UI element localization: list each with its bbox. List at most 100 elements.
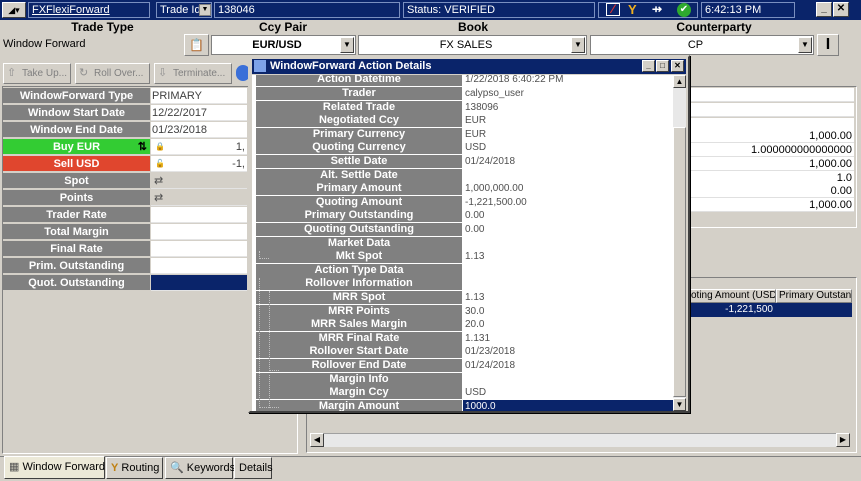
- points-value[interactable]: ⇄: [151, 190, 247, 206]
- table-cell[interactable]: [776, 303, 852, 317]
- detail-value[interactable]: 1.13: [463, 250, 673, 263]
- dialog-minimize-button[interactable]: _: [642, 60, 655, 72]
- grid-value[interactable]: [151, 224, 247, 240]
- buy-value[interactable]: 🔒 1,: [151, 139, 247, 155]
- detail-value[interactable]: EUR: [463, 128, 673, 141]
- lock-icon: 🔒: [155, 142, 165, 151]
- book-select[interactable]: FX SALES ▼: [358, 35, 587, 55]
- counterparty-select[interactable]: CP ▼: [590, 35, 814, 55]
- trade-type-header: Trade Type: [71, 20, 134, 34]
- time-label: 6:42:13 PM: [701, 2, 795, 18]
- swap-arrows-icon[interactable]: ⇅: [138, 139, 147, 155]
- no-entry-icon[interactable]: ⁄: [606, 3, 620, 16]
- book-header: Book: [458, 20, 488, 34]
- tab-window-forward[interactable]: ▦ Window Forward: [4, 456, 105, 479]
- grid-label: Points: [3, 190, 150, 206]
- detail-label: Alt. Settle Date: [256, 169, 462, 182]
- trade-id-dropdown-arrow[interactable]: ▼: [199, 4, 211, 16]
- grid-value[interactable]: [151, 258, 247, 274]
- detail-value[interactable]: [463, 277, 673, 290]
- grid-label: Final Rate: [3, 241, 150, 257]
- detail-label: Quoting Outstanding: [256, 223, 462, 236]
- detail-value[interactable]: 01/24/2018: [463, 155, 673, 168]
- app-menu-button[interactable]: ◢▾: [2, 2, 26, 18]
- detail-value[interactable]: 20.0: [463, 318, 673, 331]
- grid-value[interactable]: 01/23/2018: [151, 122, 247, 138]
- tab-label: Keywords: [186, 462, 236, 474]
- close-button[interactable]: ✕: [833, 2, 849, 17]
- minimize-button[interactable]: _: [816, 2, 832, 17]
- grid-value[interactable]: [151, 275, 247, 291]
- take-up-button[interactable]: ⇧ Take Up...: [3, 63, 71, 84]
- detail-value[interactable]: 1/22/2018 6:40:22 PM: [463, 75, 673, 86]
- detail-value[interactable]: EUR: [463, 114, 673, 127]
- spot-value[interactable]: ⇄: [151, 173, 247, 189]
- tab-routing[interactable]: Y Routing: [106, 457, 163, 479]
- dialog-title-bar[interactable]: WindowForward Action Details: [252, 59, 686, 74]
- grid-value[interactable]: [151, 241, 247, 257]
- sell-value[interactable]: 🔓 -1,: [151, 156, 247, 172]
- detail-label: Rollover Information: [256, 277, 462, 290]
- check-icon[interactable]: ✔: [677, 3, 691, 17]
- detail-value[interactable]: [463, 264, 673, 277]
- detail-value[interactable]: 0.00: [463, 223, 673, 236]
- detail-label: Rollover End Date: [256, 359, 462, 372]
- tab-keywords[interactable]: 🔍 Keywords: [165, 457, 236, 479]
- detail-value[interactable]: [463, 373, 673, 386]
- tab-details[interactable]: Details: [234, 457, 273, 479]
- ccy-pair-select[interactable]: EUR/USD ▼: [211, 35, 356, 55]
- chevron-down-icon[interactable]: ▼: [798, 37, 812, 53]
- dialog-close-button[interactable]: ✕: [671, 60, 684, 72]
- detail-value-selected[interactable]: 1000.0: [463, 400, 673, 411]
- chevron-down-icon[interactable]: ▼: [340, 37, 354, 53]
- roll-over-button[interactable]: ↻ Roll Over...: [75, 63, 150, 84]
- trade-id-input[interactable]: 138046: [214, 2, 400, 18]
- buy-label[interactable]: Buy EUR ⇅: [3, 139, 150, 155]
- detail-value[interactable]: 1.131: [463, 332, 673, 345]
- ccy-pair-header: Ccy Pair: [258, 20, 308, 34]
- right-value: [690, 103, 854, 117]
- column-header[interactable]: Primary Outstan: [776, 289, 852, 303]
- routing-icon[interactable]: Y: [628, 2, 637, 17]
- chevron-down-icon[interactable]: ▼: [571, 37, 585, 53]
- detail-value[interactable]: 138096: [463, 101, 673, 114]
- table-cell[interactable]: -1,221,500: [689, 303, 776, 317]
- scroll-down-icon[interactable]: ▼: [673, 398, 686, 411]
- info-button[interactable]: I: [817, 34, 839, 56]
- detail-value[interactable]: USD: [463, 141, 673, 154]
- trade-type-link[interactable]: FXFlexiForward: [28, 2, 150, 18]
- scroll-left-icon[interactable]: ◀: [310, 433, 324, 447]
- detail-value[interactable]: 1.13: [463, 291, 673, 304]
- horizontal-scrollbar[interactable]: [310, 433, 850, 447]
- right-value: 1.000000000000000: [690, 143, 854, 157]
- sell-label[interactable]: Sell USD: [3, 156, 150, 172]
- grid-value[interactable]: 12/22/2017: [151, 105, 247, 121]
- grid-value[interactable]: PRIMARY: [151, 88, 247, 104]
- grid-value[interactable]: [151, 207, 247, 223]
- detail-value[interactable]: calypso_user: [463, 87, 673, 100]
- detail-value[interactable]: 0.00: [463, 209, 673, 222]
- scrollbar-thumb[interactable]: [673, 127, 686, 397]
- column-header[interactable]: oting Amount (USD): [689, 289, 776, 303]
- detail-value[interactable]: 01/23/2018: [463, 345, 673, 358]
- scroll-right-icon[interactable]: ▶: [836, 433, 850, 447]
- scroll-up-icon[interactable]: ▲: [673, 75, 686, 88]
- detail-value[interactable]: USD: [463, 386, 673, 399]
- dialog-maximize-button[interactable]: □: [656, 60, 669, 72]
- terminate-button[interactable]: ⇩ Terminate...: [154, 63, 232, 84]
- detail-value[interactable]: 1,000,000.00: [463, 182, 673, 195]
- detail-value[interactable]: [463, 169, 673, 182]
- detail-value[interactable]: -1,221,500.00: [463, 196, 673, 209]
- detail-value[interactable]: 01/24/2018: [463, 359, 673, 372]
- detail-label: Market Data: [256, 237, 462, 250]
- refresh-icon[interactable]: ⇄: [154, 192, 163, 204]
- refresh-icon[interactable]: ⇄: [154, 175, 163, 187]
- detail-value[interactable]: 30.0: [463, 305, 673, 318]
- grid-label: WindowForward Type: [3, 88, 150, 104]
- ccy-pair-value: EUR/USD: [252, 39, 302, 51]
- detail-value[interactable]: [463, 237, 673, 250]
- detail-label: MRR Spot: [256, 291, 462, 304]
- notepad-icon[interactable]: 📋: [184, 34, 209, 56]
- detail-label: Negotiated Ccy: [256, 114, 462, 127]
- link-icon[interactable]: ⇸: [652, 2, 662, 16]
